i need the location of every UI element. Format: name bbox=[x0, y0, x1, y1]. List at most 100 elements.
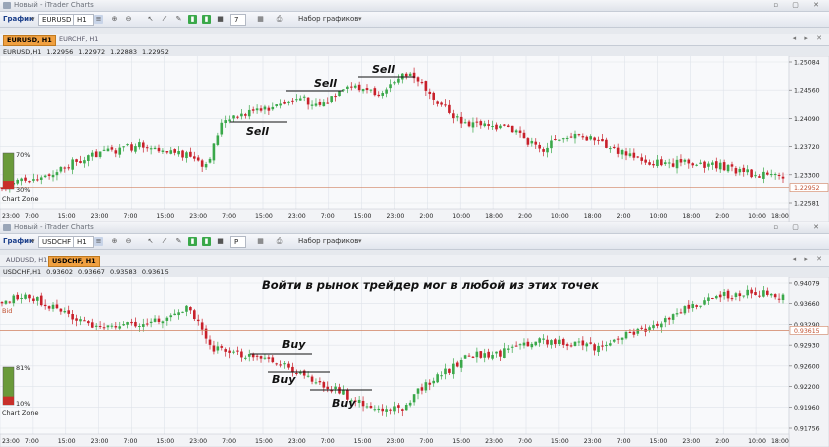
chart-sets-menu[interactable]: Набор графиков bbox=[298, 236, 358, 246]
candle-body bbox=[220, 346, 224, 348]
cursor-icon[interactable]: ↖ bbox=[146, 15, 155, 24]
candle-body bbox=[440, 102, 443, 105]
chart-sets-menu[interactable]: Набор графиков bbox=[298, 14, 358, 24]
chevron-down-icon[interactable]: ▾ bbox=[358, 236, 362, 246]
candles-mode-icon[interactable]: ▮ bbox=[188, 237, 197, 246]
line-mode-icon[interactable]: ■ bbox=[216, 15, 225, 24]
candle-body bbox=[542, 338, 545, 340]
tab-audusd[interactable]: AUDUSD, H1 bbox=[3, 256, 50, 265]
draw-tool-icon[interactable]: ✎ bbox=[174, 237, 183, 246]
cursor-icon[interactable]: ↖ bbox=[146, 237, 155, 246]
tab-nav-arrows[interactable]: ◂ ▸ ✕ bbox=[793, 34, 825, 42]
candle-body bbox=[640, 327, 644, 329]
candle-body bbox=[259, 108, 263, 111]
candle-body bbox=[271, 357, 275, 363]
timeframe-select[interactable]: H1 bbox=[73, 14, 94, 26]
tab-eurchf[interactable]: EURCHF, H1 bbox=[56, 35, 101, 44]
candle-body bbox=[208, 158, 212, 163]
chart-type-select[interactable]: 7 bbox=[230, 14, 246, 26]
time-tick-label: 23:00 bbox=[91, 438, 109, 445]
grafik-menu[interactable]: График bbox=[3, 236, 34, 246]
zoom-out-icon[interactable]: ⊖ bbox=[124, 15, 133, 24]
top-price-chart[interactable]: 1.25084 1.24560 1.24090 1.23720 1.23300 1.225… bbox=[0, 56, 829, 222]
candle-body bbox=[754, 175, 757, 177]
candle-body bbox=[726, 164, 730, 172]
candle-body bbox=[687, 304, 691, 309]
chart-list-icon[interactable]: ≡ bbox=[94, 15, 103, 24]
tab-nav-arrows[interactable]: ◂ ▸ ✕ bbox=[793, 255, 825, 263]
candle-body bbox=[75, 159, 78, 162]
candle-body bbox=[322, 102, 326, 107]
zoom-in-icon[interactable]: ⊕ bbox=[110, 15, 119, 24]
timeframe-select[interactable]: H1 bbox=[73, 236, 94, 248]
candle-body bbox=[138, 325, 141, 328]
candle-body bbox=[766, 172, 769, 175]
candle-body bbox=[39, 295, 43, 306]
tab-eurusd[interactable]: EURUSD, H1 bbox=[3, 35, 56, 46]
candle-body bbox=[420, 387, 424, 391]
candle-body bbox=[200, 160, 204, 167]
candle-body bbox=[510, 125, 514, 133]
candle-body bbox=[94, 151, 98, 158]
candle-body bbox=[16, 179, 19, 184]
candle-body bbox=[671, 163, 675, 167]
print-icon[interactable]: ⎙ bbox=[275, 15, 284, 24]
chart-list-icon[interactable]: ≡ bbox=[94, 237, 103, 246]
zoom-out-icon[interactable]: ⊖ bbox=[124, 237, 133, 246]
candle-body bbox=[397, 78, 400, 83]
candle-body bbox=[534, 141, 538, 145]
window-controls[interactable]: ▫ ▢ ✕ bbox=[773, 223, 825, 231]
chevron-down-icon[interactable]: ▾ bbox=[31, 14, 35, 24]
candle-body bbox=[773, 174, 777, 176]
chevron-down-icon[interactable]: ▾ bbox=[358, 14, 362, 24]
candle-body bbox=[616, 338, 620, 340]
grafik-menu[interactable]: График bbox=[3, 14, 34, 24]
candles-mode-icon[interactable]: ▮ bbox=[188, 15, 197, 24]
line-tool-icon[interactable]: ⁄ bbox=[160, 237, 169, 246]
zoom-in-icon[interactable]: ⊕ bbox=[110, 237, 119, 246]
candle-body bbox=[695, 305, 698, 307]
indicators-icon[interactable]: ▦ bbox=[256, 15, 265, 24]
symbol-select[interactable]: USDCHF bbox=[38, 236, 76, 248]
bottom-price-chart[interactable]: 0.940790.936600.932900.929300.926000.922… bbox=[0, 277, 829, 447]
bars-mode-icon[interactable]: ▮ bbox=[202, 15, 211, 24]
chart-type-select[interactable]: P bbox=[230, 236, 246, 248]
candle-body bbox=[675, 159, 679, 169]
time-tick-label: 7:00 bbox=[25, 213, 39, 220]
symbol-select[interactable]: EURUSD bbox=[38, 14, 76, 26]
tab-usdchf[interactable]: USDCHF, H1 bbox=[48, 256, 100, 267]
bars-mode-icon[interactable]: ▮ bbox=[202, 237, 211, 246]
candle-body bbox=[279, 103, 282, 106]
time-tick-label: 23:00 bbox=[91, 213, 109, 220]
line-mode-icon[interactable]: ■ bbox=[216, 237, 225, 246]
candle-body bbox=[177, 312, 180, 316]
candle-body bbox=[302, 96, 306, 98]
candle-body bbox=[161, 321, 165, 324]
line-tool-icon[interactable]: ⁄ bbox=[160, 15, 169, 24]
candle-body bbox=[153, 318, 157, 322]
candle-body bbox=[428, 382, 432, 385]
candle-body bbox=[491, 126, 494, 128]
candle-body bbox=[557, 139, 561, 141]
price-tick-label: 1.25084 bbox=[794, 60, 820, 67]
candle-body bbox=[432, 380, 436, 384]
candle-body bbox=[632, 152, 636, 158]
candle-body bbox=[620, 149, 624, 155]
indicators-icon[interactable]: ▦ bbox=[256, 237, 265, 246]
window-controls[interactable]: ▫ ▢ ✕ bbox=[773, 1, 825, 9]
time-tick-label: 23:00 bbox=[485, 438, 503, 445]
candle-body bbox=[593, 344, 596, 351]
top-chart-zone-label: Chart Zone bbox=[2, 195, 39, 203]
ohlc-symbol: USDCHF,H1 bbox=[3, 268, 42, 276]
candle-body bbox=[491, 354, 494, 359]
draw-tool-icon[interactable]: ✎ bbox=[174, 15, 183, 24]
chevron-down-icon[interactable]: ▾ bbox=[31, 236, 35, 246]
candle-body bbox=[459, 359, 463, 368]
candle-body bbox=[346, 86, 349, 89]
print-icon[interactable]: ⎙ bbox=[275, 237, 284, 246]
candle-body bbox=[134, 321, 137, 327]
candle-body bbox=[746, 169, 749, 173]
candle-body bbox=[181, 311, 184, 313]
candle-body bbox=[200, 322, 204, 330]
candle-body bbox=[314, 382, 318, 384]
